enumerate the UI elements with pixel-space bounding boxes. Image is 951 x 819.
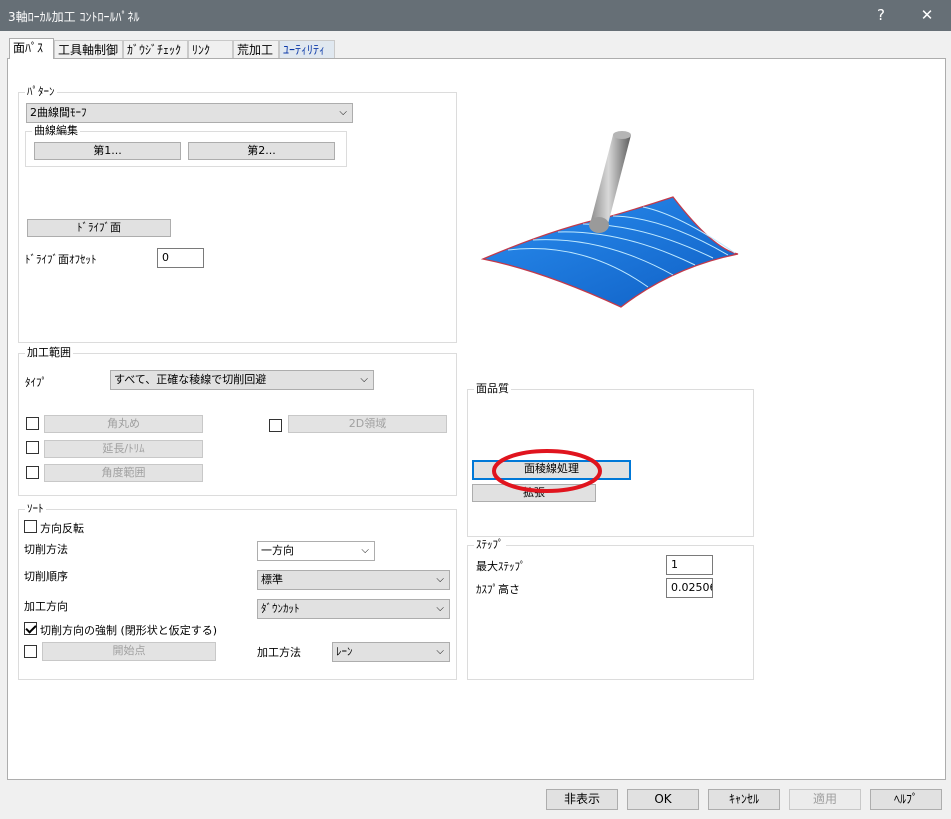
machining-range-label: 加工範囲 (25, 346, 73, 360)
cut-order-label: 切削順序 (24, 570, 68, 583)
cut-method-label: 切削方法 (24, 543, 68, 556)
tab-panel: ﾊﾟﾀｰﾝ 2曲線間ﾓｰﾌ ⌵ 曲線編集 第1... 第2... ﾄﾞﾗｲﾌﾞ面… (7, 58, 946, 780)
machining-direction-label: 加工方向 (24, 600, 68, 613)
surface-quality-label: 面品質 (474, 382, 511, 396)
tool-shape (590, 135, 631, 224)
chevron-down-icon: ⌵ (339, 107, 347, 118)
range-type-select[interactable]: すべて、正確な稜線で切削回避 ⌵ (110, 370, 374, 390)
cut-order-select[interactable]: 標準 ⌵ (257, 570, 450, 590)
reverse-direction-checkbox[interactable] (24, 520, 37, 533)
force-direction-checkbox[interactable] (24, 622, 37, 635)
region-2d-button[interactable]: 2D領域 (288, 415, 447, 433)
cut-order-value: 標準 (261, 573, 283, 586)
angle-range-button[interactable]: 角度範囲 (44, 464, 203, 482)
help-button[interactable]: ﾍﾙﾌﾟ (870, 789, 942, 810)
close-icon[interactable]: ✕ (904, 0, 950, 31)
method-label: 加工方法 (257, 646, 301, 659)
title-bar: 3軸ﾛｰｶﾙ加工 ｺﾝﾄﾛｰﾙﾊﾟﾈﾙ ? ✕ (0, 0, 951, 31)
curve-edit-group: 曲線編集 第1... 第2... (25, 124, 347, 167)
apply-button[interactable]: 適用 (789, 789, 861, 810)
corner-round-checkbox[interactable] (26, 417, 39, 430)
tab-face-path[interactable]: 面ﾊﾟｽ (9, 38, 54, 59)
start-point-button[interactable]: 開始点 (42, 642, 216, 661)
angle-range-checkbox[interactable] (26, 466, 39, 479)
ok-button[interactable]: OK (627, 789, 699, 810)
curve-second-button[interactable]: 第2... (188, 142, 335, 160)
cut-method-value: 一方向 (261, 544, 294, 557)
tool-top (613, 131, 631, 139)
reverse-direction-label: 方向反転 (40, 522, 84, 535)
drive-offset-input[interactable]: 0 (157, 248, 204, 268)
max-step-label: 最大ｽﾃｯﾌﾟ (476, 560, 526, 573)
pattern-group: ﾊﾟﾀｰﾝ 2曲線間ﾓｰﾌ ⌵ 曲線編集 第1... 第2... ﾄﾞﾗｲﾌﾞ面… (18, 85, 457, 343)
tab-roughing[interactable]: 荒加工 (233, 40, 279, 59)
chevron-down-icon: ⌵ (361, 545, 369, 556)
cusp-height-label: ｶｽﾌﾟ高さ (476, 583, 520, 596)
chevron-down-icon: ⌵ (360, 374, 368, 385)
help-icon[interactable]: ? (858, 0, 904, 31)
pattern-mode-select[interactable]: 2曲線間ﾓｰﾌ ⌵ (26, 103, 353, 123)
chevron-down-icon: ⌵ (436, 574, 444, 585)
method-select[interactable]: ﾚｰﾝ ⌵ (332, 642, 450, 662)
corner-round-button[interactable]: 角丸め (44, 415, 203, 433)
chevron-down-icon: ⌵ (436, 603, 444, 614)
type-label: ﾀｲﾌﾟ (25, 376, 47, 389)
start-point-checkbox[interactable] (24, 645, 37, 658)
region-2d-checkbox[interactable] (269, 419, 282, 432)
machining-direction-value: ﾀﾞｳﾝｶｯﾄ (261, 602, 300, 615)
hide-button[interactable]: 非表示 (546, 789, 618, 810)
window-title: 3軸ﾛｰｶﾙ加工 ｺﾝﾄﾛｰﾙﾊﾟﾈﾙ (8, 10, 140, 24)
step-group: ｽﾃｯﾌﾟ 最大ｽﾃｯﾌﾟ 1 ｶｽﾌﾟ高さ 0.025063 (467, 538, 754, 680)
curve-edit-label: 曲線編集 (32, 124, 80, 138)
tab-gouge-check[interactable]: ｶﾞｳｼﾞﾁｪｯｸ (123, 40, 188, 59)
step-group-label: ｽﾃｯﾌﾟ (474, 538, 506, 552)
sort-group: ｿｰﾄ 方向反転 切削方法 一方向 ⌵ 切削順序 標準 ⌵ 加工方向 ﾀﾞｳﾝｶ… (18, 502, 457, 680)
machining-direction-select[interactable]: ﾀﾞｳﾝｶｯﾄ ⌵ (257, 599, 450, 619)
cut-method-select[interactable]: 一方向 ⌵ (257, 541, 375, 561)
tool-tip (589, 217, 609, 233)
extend-trim-checkbox[interactable] (26, 441, 39, 454)
curve-first-button[interactable]: 第1... (34, 142, 181, 160)
cusp-height-input[interactable]: 0.025063 (666, 578, 713, 598)
sort-group-label: ｿｰﾄ (25, 502, 46, 516)
tab-link[interactable]: ﾘﾝｸ (188, 40, 233, 59)
pattern-mode-value: 2曲線間ﾓｰﾌ (30, 106, 87, 119)
tab-tool-axis[interactable]: 工具軸制御 (54, 40, 123, 59)
tab-bar: 面ﾊﾟｽ 工具軸制御 ｶﾞｳｼﾞﾁｪｯｸ ﾘﾝｸ 荒加工 ﾕｰﾃｨﾘﾃｨ (7, 38, 947, 59)
chevron-down-icon: ⌵ (436, 646, 444, 657)
pattern-group-label: ﾊﾟﾀｰﾝ (25, 85, 57, 99)
machining-range-group: 加工範囲 ﾀｲﾌﾟ すべて、正確な稜線で切削回避 ⌵ 角丸め 2D領域 延長/ﾄ… (18, 346, 457, 496)
extend-trim-button[interactable]: 延長/ﾄﾘﾑ (44, 440, 203, 458)
toolpath-preview-illustration (480, 131, 739, 308)
range-type-value: すべて、正確な稜線で切削回避 (114, 373, 267, 386)
method-value: ﾚｰﾝ (336, 645, 353, 658)
drive-offset-label: ﾄﾞﾗｲﾌﾞ面ｵﾌｾｯﾄ (25, 253, 97, 266)
drive-face-button[interactable]: ﾄﾞﾗｲﾌﾞ面 (27, 219, 171, 237)
cancel-button[interactable]: ｷｬﾝｾﾙ (708, 789, 780, 810)
force-direction-label: 切削方向の強制 (閉形状と仮定する) (40, 624, 218, 637)
max-step-input[interactable]: 1 (666, 555, 713, 575)
tab-utility[interactable]: ﾕｰﾃｨﾘﾃｨ (279, 40, 335, 59)
highlight-circle (492, 449, 602, 493)
